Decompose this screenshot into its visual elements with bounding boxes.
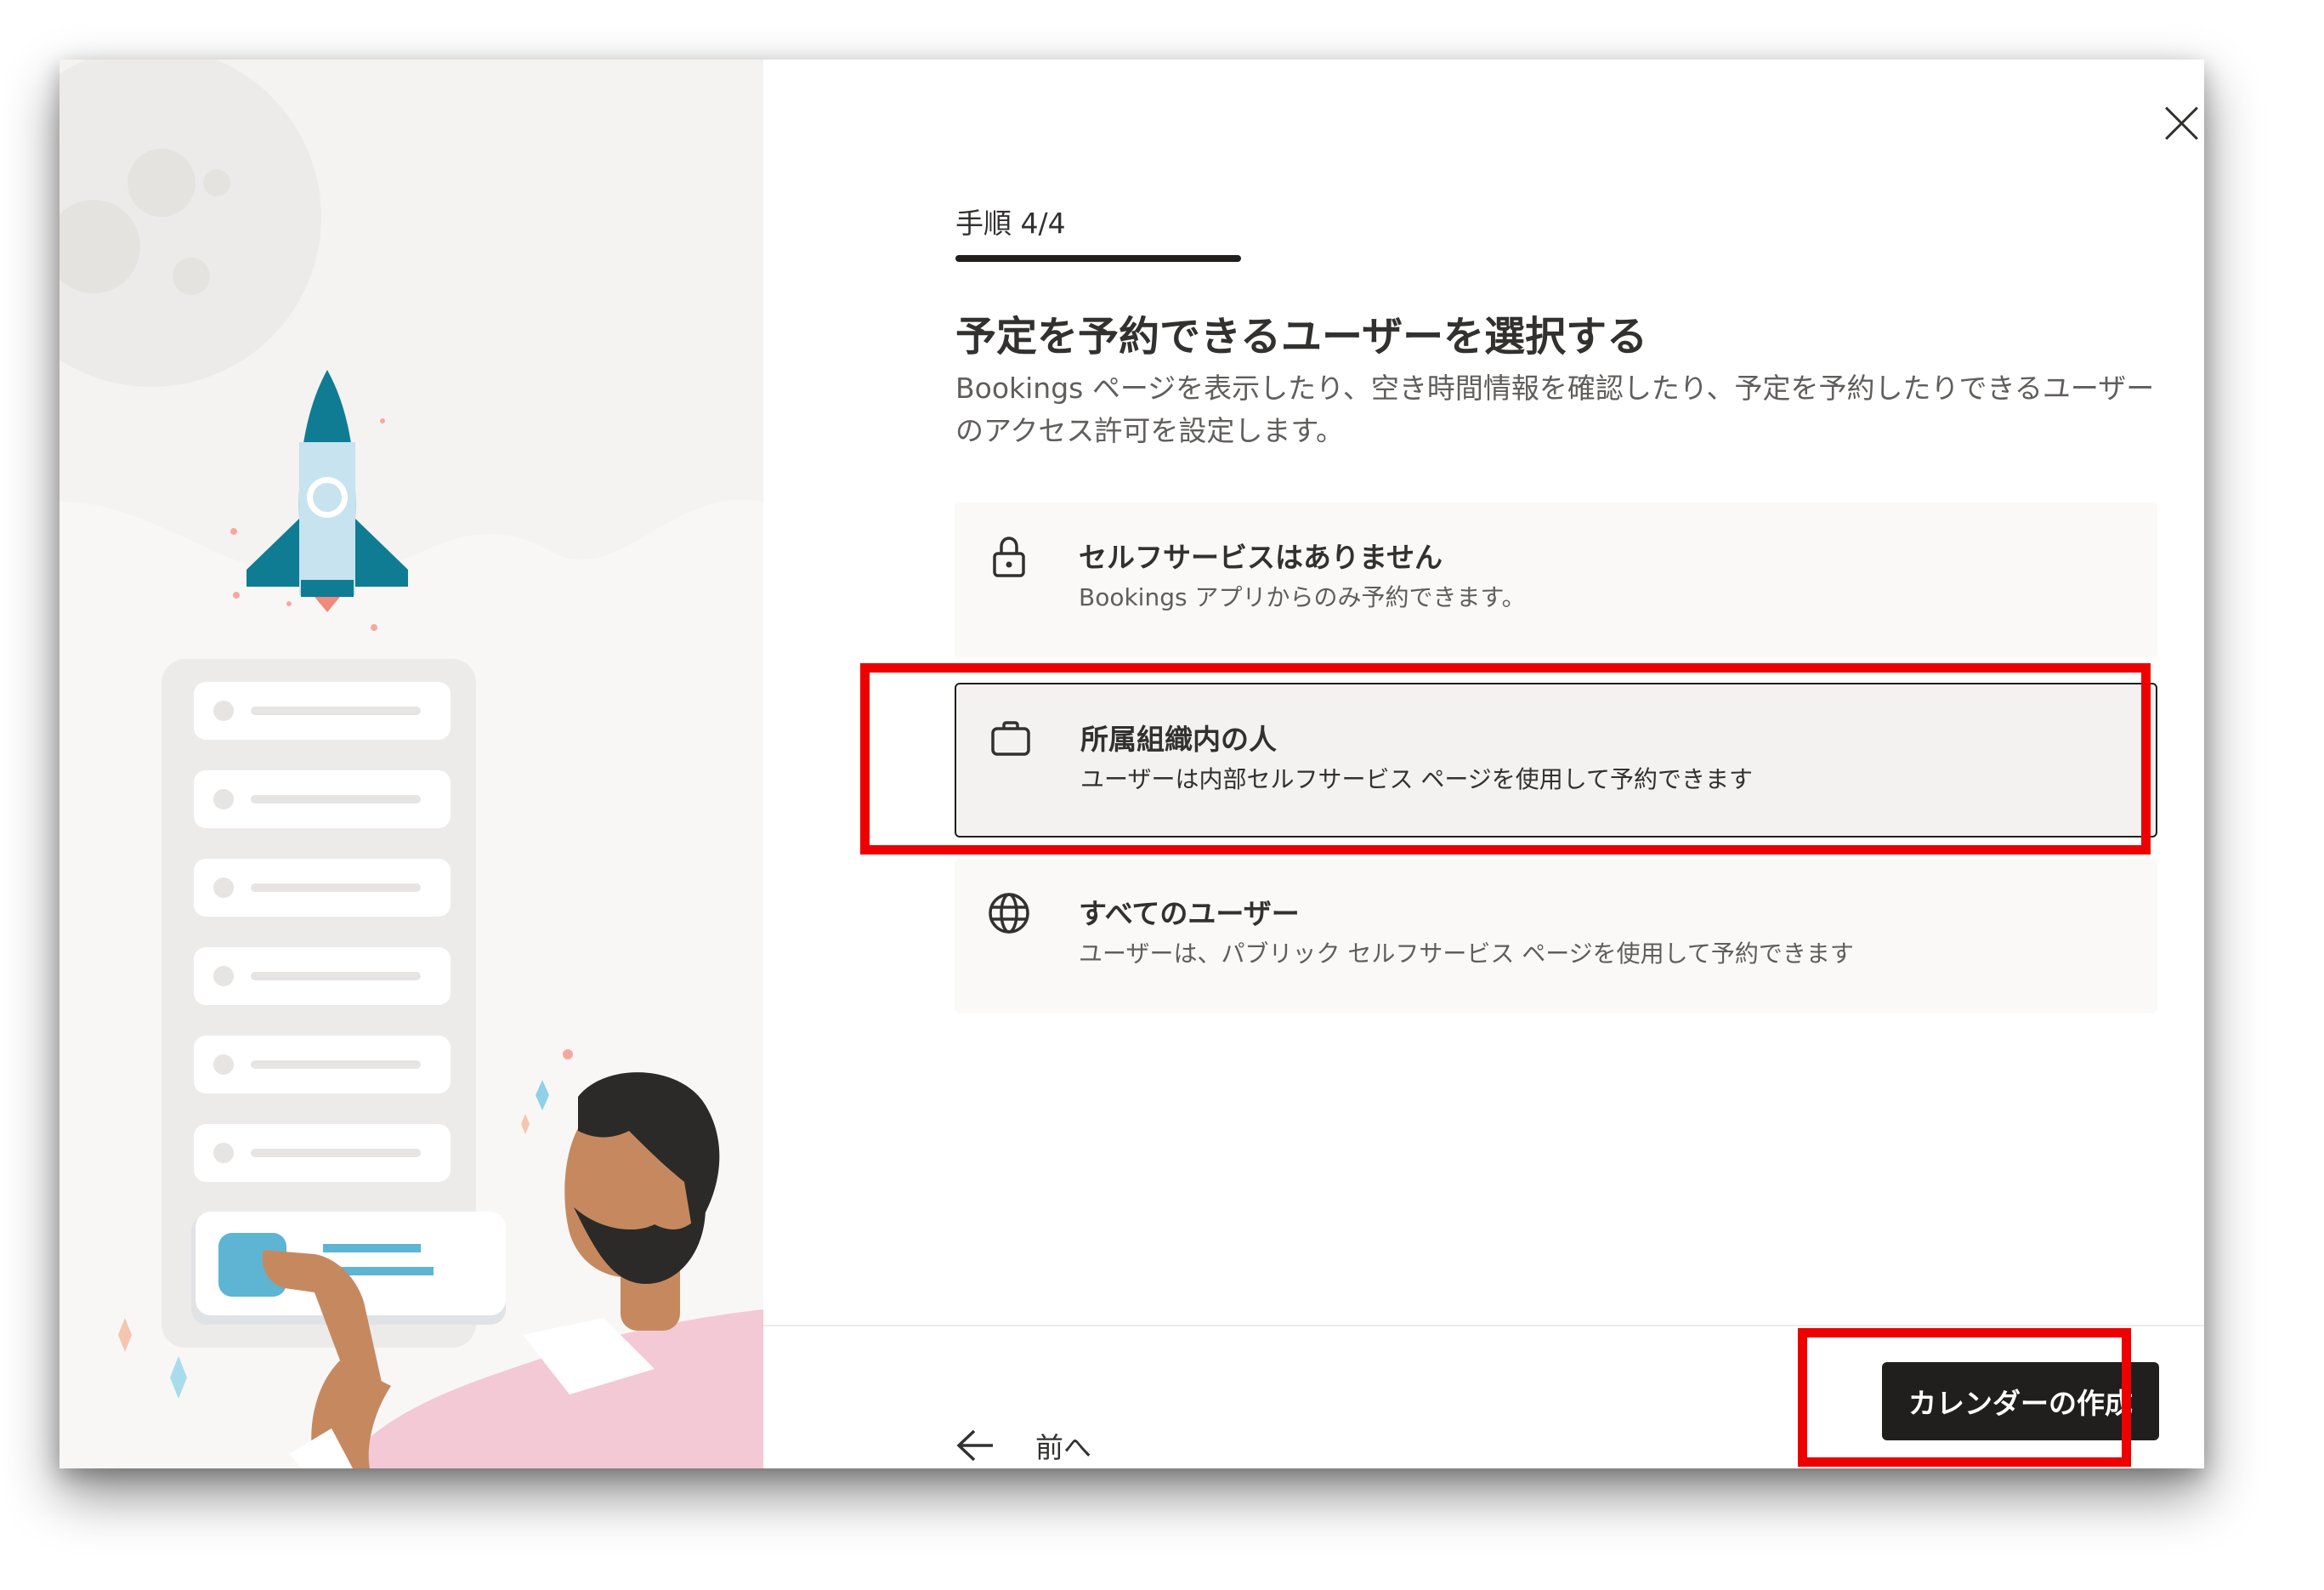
page-description: Bookings ページを表示したり、空き時間情報を確認したり、予定を予約したり…	[955, 372, 2155, 447]
globe-icon	[989, 893, 1029, 934]
create-calendar-button[interactable]: カレンダーの作成	[1882, 1362, 2159, 1440]
option-organization[interactable]: 所属組織内の人 ユーザーは内部セルフサービス ページを使用して予約できます	[955, 683, 2157, 838]
option-description: ユーザーは、パブリック セルフサービス ページを使用して予約できます	[1079, 940, 1854, 968]
rocket-person-illustration	[60, 60, 763, 1468]
arrow-left-icon	[956, 1429, 993, 1462]
lock-icon	[993, 537, 1025, 577]
option-description: ユーザーは内部セルフサービス ページを使用して予約できます	[1080, 765, 1753, 793]
step-progress-bar	[955, 255, 1241, 262]
option-title: セルフサービスはありません	[1079, 541, 1443, 574]
option-no-self-service[interactable]: セルフサービスはありません Bookings アプリからのみ予約できます。	[955, 503, 2157, 657]
option-description: Bookings アプリからのみ予約できます。	[1079, 583, 1526, 611]
content-panel: 手順 4/4 予定を予約できるユーザーを選択する Bookings ページを表示…	[763, 60, 2204, 1468]
illustration-panel	[60, 60, 763, 1468]
option-title: すべてのユーザー	[1079, 897, 1300, 930]
step-label: 手順 4/4	[955, 207, 1066, 240]
footer-divider	[763, 1325, 2204, 1326]
back-label: 前へ	[1035, 1431, 1091, 1464]
option-title: 所属組織内の人	[1080, 723, 1277, 756]
back-button[interactable]: 前へ	[955, 1420, 1091, 1468]
briefcase-icon	[991, 721, 1030, 756]
booking-setup-dialog: 手順 4/4 予定を予約できるユーザーを選択する Bookings ページを表示…	[60, 60, 2204, 1468]
page-title: 予定を予約できるユーザーを選択する	[955, 313, 1648, 361]
option-everyone[interactable]: すべてのユーザー ユーザーは、パブリック セルフサービス ページを使用して予約で…	[955, 859, 2157, 1014]
close-icon[interactable]	[2164, 105, 2200, 141]
